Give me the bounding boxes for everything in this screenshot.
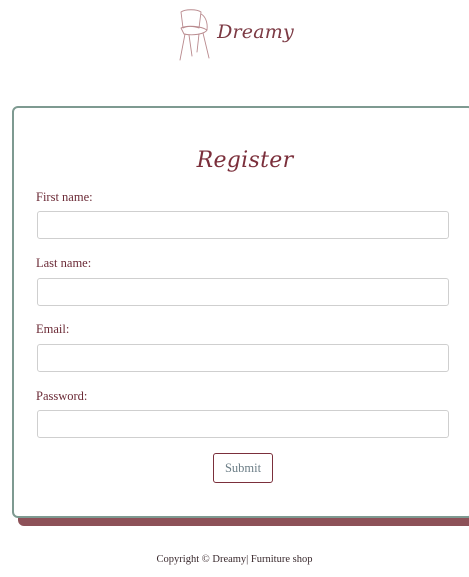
password-input[interactable] — [37, 410, 449, 438]
brand-name: Dreamy — [217, 21, 294, 43]
site-header: Dreamy — [0, 6, 469, 64]
last-name-input[interactable] — [37, 278, 449, 306]
form-title: Register — [196, 148, 294, 173]
register-form: Register First name: Last name: Email: P… — [12, 106, 469, 518]
first-name-input[interactable] — [37, 211, 449, 239]
brand-logo[interactable]: Dreamy — [175, 6, 294, 62]
email-input[interactable] — [37, 344, 449, 372]
register-page: Dreamy Register First name: Last name: E… — [0, 0, 469, 577]
copyright-footer: Copyright © Dreamy| Furniture shop — [156, 554, 313, 565]
password-label: Password: — [36, 389, 88, 403]
submit-button[interactable]: Submit — [213, 453, 273, 483]
email-label: Email: — [36, 322, 70, 336]
chair-icon — [179, 9, 210, 61]
last-name-label: Last name: — [36, 256, 92, 270]
first-name-label: First name: — [36, 190, 93, 204]
